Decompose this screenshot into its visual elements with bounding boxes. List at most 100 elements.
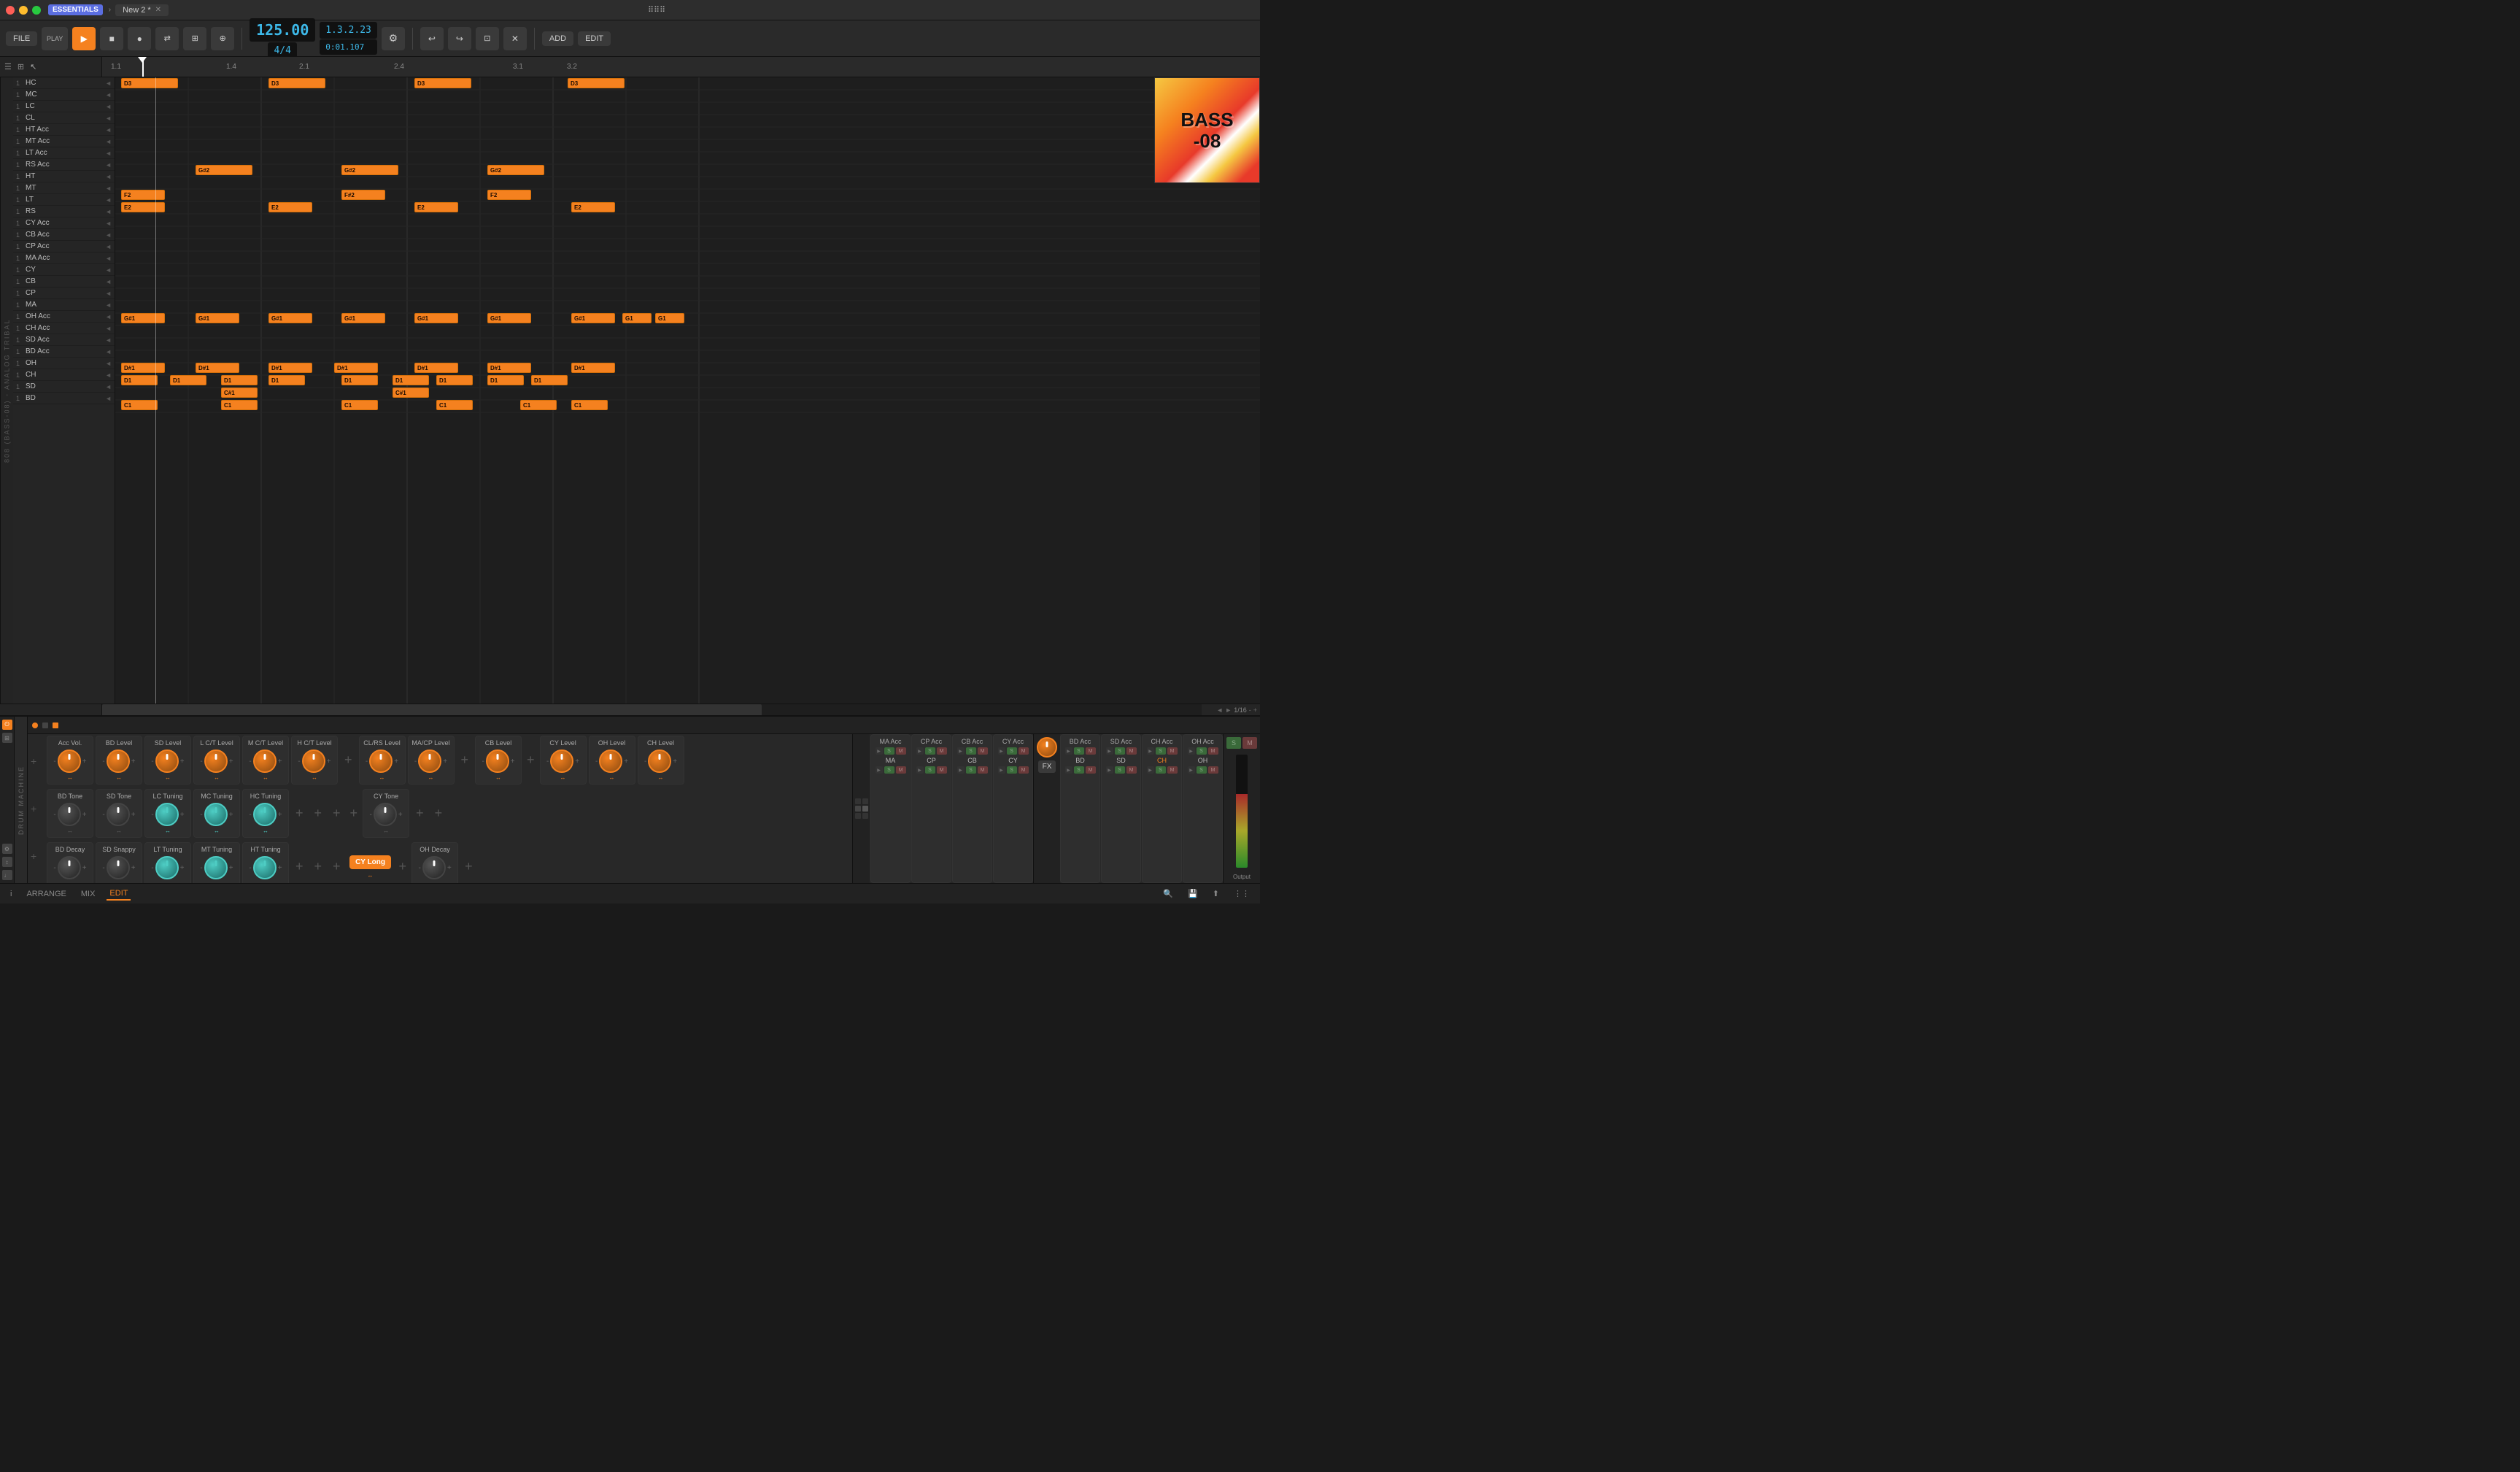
play-button[interactable]: ▶ (72, 27, 96, 50)
pattern-block[interactable]: D1 (341, 375, 378, 385)
hct-level-knob[interactable] (302, 750, 325, 773)
plus-btn[interactable]: + (82, 758, 87, 766)
pattern-block[interactable]: C1 (221, 400, 258, 410)
clrs-level-knob[interactable] (369, 750, 393, 773)
pattern-block[interactable]: D#1 (268, 363, 312, 373)
bd-level-knob[interactable] (107, 750, 130, 773)
pattern-block[interactable]: D1 (121, 375, 158, 385)
cy-play[interactable]: ▶ (998, 766, 1005, 774)
save-icon[interactable]: 💾 (1185, 887, 1201, 900)
pattern-block[interactable]: D3 (414, 78, 471, 88)
search-icon[interactable]: 🔍 (1160, 887, 1176, 900)
pattern-block[interactable]: C1 (436, 400, 473, 410)
cy-acc-play[interactable]: ▶ (998, 747, 1005, 755)
add-separator-1[interactable]: + (340, 736, 357, 785)
fx-button[interactable]: FX (1038, 760, 1056, 773)
add-button[interactable]: ADD (542, 31, 573, 46)
browse-icon[interactable]: ⊞ (2, 733, 12, 743)
oh-mute[interactable]: M (1208, 766, 1218, 774)
add-sep-row3b[interactable]: + (310, 859, 327, 874)
copy-button[interactable]: ⊡ (476, 27, 499, 50)
lt-tuning-knob[interactable] (155, 856, 179, 879)
bd-tone-knob[interactable] (58, 803, 81, 826)
power-icon[interactable]: ⏻ (2, 720, 12, 730)
scroll-bar-thumb[interactable] (102, 704, 762, 716)
edit-button[interactable]: EDIT (578, 31, 611, 46)
pattern-block[interactable]: D1 (487, 375, 524, 385)
pattern-block[interactable]: D#1 (121, 363, 165, 373)
sd-tone-knob[interactable] (107, 803, 130, 826)
pattern-block[interactable]: D1 (268, 375, 305, 385)
bd-mute[interactable]: M (1086, 766, 1096, 774)
pattern-block[interactable]: C1 (121, 400, 158, 410)
record-button[interactable]: ● (128, 27, 151, 50)
cp-acc-mute[interactable]: M (937, 747, 947, 755)
edit-btn[interactable]: EDIT (107, 887, 131, 901)
ch-mute[interactable]: M (1167, 766, 1178, 774)
sd-acc-solo[interactable]: S (1115, 747, 1125, 755)
pattern-block[interactable]: F2 (487, 190, 531, 200)
oh-acc-solo[interactable]: S (1197, 747, 1207, 755)
pattern-block[interactable]: D1 (170, 375, 206, 385)
ma-solo[interactable]: S (884, 766, 894, 774)
cp-play[interactable]: ▶ (916, 766, 924, 774)
add-sep-row3d[interactable]: + (396, 859, 410, 874)
pattern-button[interactable]: ⊞ (183, 27, 206, 50)
pattern-block[interactable]: G1 (655, 313, 684, 323)
pattern-block[interactable]: D#1 (487, 363, 531, 373)
input-btn-3[interactable] (855, 806, 861, 812)
add-sep-row2[interactable]: + (291, 789, 308, 838)
pattern-block[interactable]: D#1 (334, 363, 378, 373)
pattern-block[interactable]: C1 (520, 400, 557, 410)
add-separator-3[interactable]: + (524, 736, 538, 785)
input-btn-6[interactable] (862, 813, 868, 819)
sd-acc-play[interactable]: ▶ (1106, 747, 1113, 755)
master-knob[interactable] (1037, 737, 1057, 758)
pattern-block[interactable]: C#1 (393, 388, 429, 398)
pattern-block[interactable]: D1 (531, 375, 568, 385)
ma-mute[interactable]: M (896, 766, 906, 774)
minimize-button[interactable] (19, 6, 28, 15)
pattern-block[interactable]: G#2 (341, 165, 398, 175)
maximize-button[interactable] (32, 6, 41, 15)
pattern-block[interactable]: C1 (341, 400, 378, 410)
add-icon-2[interactable]: + (31, 803, 42, 814)
input-btn-1[interactable] (855, 798, 861, 804)
cb-play[interactable]: ▶ (957, 766, 965, 774)
cy-mute[interactable]: M (1019, 766, 1029, 774)
pattern-block[interactable]: D3 (268, 78, 325, 88)
add-sep-row2f[interactable]: + (430, 789, 447, 838)
pattern-block[interactable]: G#1 (268, 313, 312, 323)
cb-solo[interactable]: S (966, 766, 976, 774)
info-btn[interactable]: i (7, 888, 15, 900)
ch-play[interactable]: ▶ (1147, 766, 1154, 774)
lct-level-knob[interactable] (204, 750, 228, 773)
acc-vol-knob[interactable] (58, 750, 81, 773)
pattern-block[interactable]: E2 (268, 202, 312, 212)
oh-acc-play[interactable]: ▶ (1188, 747, 1195, 755)
grid-icon[interactable]: ⊞ (18, 62, 24, 72)
piano-roll[interactable]: D3 D3 D3 D3 G#2 G#2 G#2 F2 F#2 F2 E2 E2 … (115, 77, 1260, 704)
cb-acc-mute[interactable]: M (978, 747, 988, 755)
input-btn-5[interactable] (855, 813, 861, 819)
add-sep-row3[interactable]: + (291, 859, 308, 874)
oh-acc-mute[interactable]: M (1208, 747, 1218, 755)
cb-mute[interactable]: M (978, 766, 988, 774)
cy-tone-knob[interactable] (374, 803, 397, 826)
minus-btn[interactable]: - (53, 758, 55, 766)
ch-solo[interactable]: S (1156, 766, 1166, 774)
cb-level-knob[interactable] (486, 750, 509, 773)
bd-acc-solo[interactable]: S (1074, 747, 1084, 755)
cb-acc-play[interactable]: ▶ (957, 747, 965, 755)
sd-level-knob[interactable] (155, 750, 179, 773)
close-button[interactable] (6, 6, 15, 15)
pattern-block[interactable]: G#1 (341, 313, 385, 323)
ch-acc-solo[interactable]: S (1156, 747, 1166, 755)
sd-acc-mute[interactable]: M (1126, 747, 1137, 755)
pattern-block[interactable]: G#1 (414, 313, 458, 323)
scroll-left-arrow[interactable]: ◄ (1216, 706, 1223, 714)
cy-acc-mute[interactable]: M (1019, 747, 1029, 755)
pattern-block[interactable]: D#1 (414, 363, 458, 373)
cp-mute[interactable]: M (937, 766, 947, 774)
oh-solo[interactable]: S (1197, 766, 1207, 774)
